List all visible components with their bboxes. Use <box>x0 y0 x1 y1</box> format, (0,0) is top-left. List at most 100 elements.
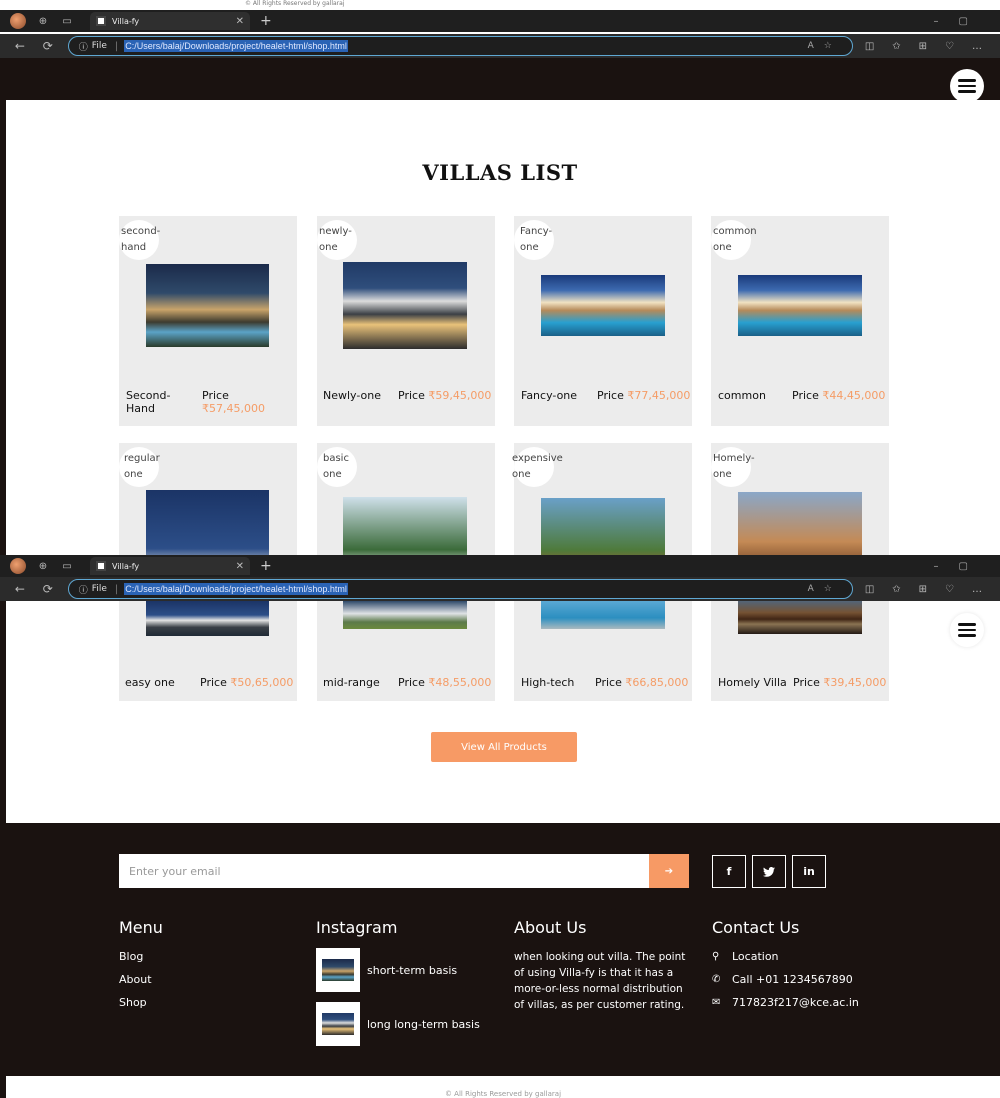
window-controls[interactable]: –▢ <box>934 561 988 572</box>
read-aloud-favorite-icons[interactable]: A☆ <box>808 584 842 594</box>
workspaces-icon[interactable]: ⊕ <box>36 14 50 28</box>
window-controls[interactable]: –▢ <box>934 16 988 27</box>
footer-link-blog[interactable]: Blog <box>119 950 143 963</box>
villa-image-lower[interactable] <box>146 601 269 636</box>
contact-email[interactable]: ✉ 717823f217@kce.ac.in <box>712 996 859 1009</box>
contact-location-text: Location <box>732 950 779 963</box>
tab-actions-icon[interactable]: ▭ <box>60 559 74 573</box>
twitter-bird-icon <box>763 866 775 877</box>
instagram-thumbnail[interactable] <box>316 1002 360 1046</box>
browser-titlebar: ⊕ ▭ Villa-fy ✕ + –▢ <box>0 10 1000 32</box>
footer: ➔ f in Menu Blog About Shop Instagram sh… <box>6 823 1000 1076</box>
product-price: Price ₹50,65,000 <box>200 676 293 689</box>
url-separator: | <box>114 40 119 52</box>
villa-image-lower[interactable] <box>343 601 467 629</box>
twitter-icon[interactable] <box>752 855 786 888</box>
villa-image[interactable] <box>738 275 862 336</box>
profile-icon[interactable] <box>10 558 26 574</box>
tab-close-icon[interactable]: ✕ <box>236 16 244 27</box>
villa-image-lower[interactable] <box>738 601 862 634</box>
villa-image[interactable] <box>146 264 269 347</box>
product-tag: basic one <box>323 453 349 480</box>
product-price: Price ₹39,45,000 <box>793 676 886 689</box>
browser-tab[interactable]: Villa-fy ✕ <box>90 557 250 575</box>
email-input[interactable] <box>119 854 650 888</box>
back-icon[interactable]: ← <box>12 582 28 596</box>
url-text[interactable]: C:/Users/balaj/Downloads/project/healet-… <box>124 583 348 595</box>
product-tag: second-hand <box>121 226 161 253</box>
product-card[interactable]: second-hand Second-Hand Price ₹57,45,000 <box>119 216 297 426</box>
product-price: Price ₹48,55,000 <box>398 676 491 689</box>
new-tab-icon[interactable]: + <box>260 558 272 574</box>
url-text[interactable]: C:/Users/balaj/Downloads/project/healet-… <box>124 40 348 52</box>
read-aloud-favorite-icons[interactable]: A☆ <box>808 41 842 51</box>
refresh-icon[interactable]: ⟳ <box>40 582 56 596</box>
instagram-item-label: short-term basis <box>367 963 458 977</box>
price-label: Price <box>398 676 425 689</box>
villa-image[interactable] <box>343 262 467 349</box>
refresh-icon[interactable]: ⟳ <box>40 39 56 53</box>
workspaces-icon[interactable]: ⊕ <box>36 559 50 573</box>
price-label: Price <box>793 676 820 689</box>
url-box[interactable]: ⓘ File | C:/Users/balaj/Downloads/projec… <box>67 36 853 56</box>
new-tab-icon[interactable]: + <box>260 13 272 29</box>
price-label: Price <box>202 389 229 402</box>
location-pin-icon: ⚲ <box>712 951 720 962</box>
browser-toolbar-icons[interactable]: ◫✩⊞♡… <box>865 584 1000 595</box>
hamburger-icon-line <box>958 79 976 82</box>
info-icon[interactable]: ⓘ <box>79 40 88 53</box>
product-name: Newly-one <box>323 389 382 402</box>
price-amount: ₹50,65,000 <box>230 676 294 689</box>
facebook-icon[interactable]: f <box>712 855 746 888</box>
copyright-strip: © All Rights Reserved by gallaraj <box>6 1076 1000 1098</box>
price-amount: ₹57,45,000 <box>202 402 265 415</box>
tab-close-icon[interactable]: ✕ <box>236 561 244 572</box>
product-price: Price ₹66,85,000 <box>595 676 688 689</box>
contact-email-text: 717823f217@kce.ac.in <box>732 996 859 1009</box>
subscribe-arrow-button[interactable]: ➔ <box>649 854 689 888</box>
url-box[interactable]: ⓘ File | C:/Users/balaj/Downloads/projec… <box>67 579 853 599</box>
contact-phone[interactable]: ✆ Call +01 1234567890 <box>712 973 853 986</box>
footer-link-about[interactable]: About <box>119 973 152 986</box>
top-copyright-strip: © All Rights Reserved by gallaraj <box>0 0 1000 10</box>
hamburger-menu-button[interactable] <box>950 69 984 103</box>
product-card[interactable]: Fancy-one Fancy-one Price ₹77,45,000 <box>514 216 692 426</box>
linkedin-icon[interactable]: in <box>792 855 826 888</box>
product-tag: common one <box>713 226 757 253</box>
footer-link-shop[interactable]: Shop <box>119 996 147 1009</box>
url-separator: | <box>114 583 119 595</box>
price-label: Price <box>792 389 819 402</box>
menu-heading: Menu <box>119 918 163 937</box>
back-icon[interactable]: ← <box>12 39 28 53</box>
price-amount: ₹48,55,000 <box>428 676 492 689</box>
product-price: Price ₹57,45,000 <box>202 389 265 415</box>
file-label: File <box>91 41 107 51</box>
instagram-item[interactable]: long long-term basis <box>316 1002 480 1046</box>
file-label: File <box>91 584 107 594</box>
product-card[interactable]: common one common Price ₹44,45,000 <box>711 216 889 426</box>
product-card[interactable]: newly-one Newly-one Price ₹59,45,000 <box>317 216 495 426</box>
contact-location[interactable]: ⚲ Location <box>712 950 779 963</box>
envelope-icon: ✉ <box>712 997 721 1008</box>
tab-actions-icon[interactable]: ▭ <box>60 14 74 28</box>
site-header <box>6 58 1000 100</box>
browser-toolbar-icons[interactable]: ◫✩⊞♡… <box>865 41 1000 52</box>
profile-icon[interactable] <box>10 13 26 29</box>
instagram-item[interactable]: short-term basis <box>316 948 457 992</box>
product-tag: regular one <box>124 453 160 480</box>
price-amount: ₹39,45,000 <box>823 676 887 689</box>
price-amount: ₹66,85,000 <box>625 676 689 689</box>
thumbnail-image <box>322 959 354 981</box>
villa-image[interactable] <box>541 275 665 336</box>
villa-image-lower[interactable] <box>541 601 665 629</box>
browser-tab[interactable]: Villa-fy ✕ <box>90 12 250 30</box>
price-label: Price <box>597 389 624 402</box>
product-tag: expensive one <box>512 453 563 480</box>
instagram-thumbnail[interactable] <box>316 948 360 992</box>
hamburger-menu-button-2[interactable] <box>950 613 984 647</box>
view-all-products-button[interactable]: View All Products <box>431 732 577 762</box>
info-icon[interactable]: ⓘ <box>79 583 88 596</box>
hamburger-icon-line <box>958 628 976 632</box>
copyright-text: © All Rights Reserved by gallaraj <box>444 1090 562 1098</box>
phone-icon: ✆ <box>712 974 721 985</box>
